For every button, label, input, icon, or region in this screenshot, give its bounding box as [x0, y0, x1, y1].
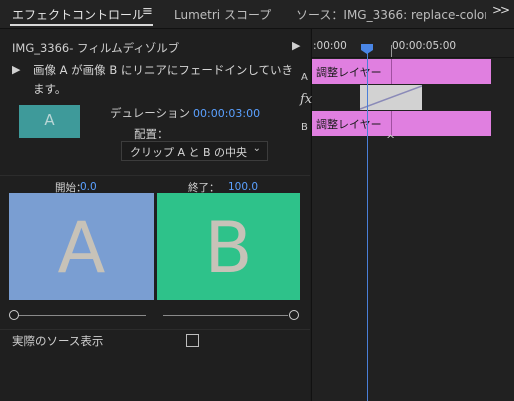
alignment-dropdown[interactable]: クリップ A と B の中央 ⌄	[121, 141, 268, 161]
transition-thumbnail: A	[19, 105, 80, 138]
track-label-b: B	[301, 122, 308, 133]
clip-header: IMG_3366- フィルムディゾルブ ▶	[0, 38, 310, 56]
effect-controls-panel: IMG_3366- フィルムディゾルブ ▶ ▶ 画像 A が画像 B にリニアに…	[0, 29, 310, 401]
ruler-time-start: :00:00	[313, 40, 347, 52]
start-value[interactable]: 0.0	[80, 181, 97, 193]
transition-description: 画像 A が画像 B にリニアにフェードインしていきます。	[33, 63, 294, 96]
preview-a-letter: A	[57, 207, 106, 289]
clip-a-label: 調整レイヤー	[316, 66, 382, 79]
alignment-label: 配置：	[134, 127, 169, 141]
clip-edit-point	[391, 59, 392, 84]
divider	[0, 175, 310, 176]
end-slider-track[interactable]	[163, 315, 288, 316]
fx-icon: fx	[300, 92, 313, 107]
alignment-value: クリップ A と B の中央	[130, 146, 248, 159]
effect-timeline: :00:00 00:00:05:00 A fx B 調整レイヤー 調整レイヤー …	[300, 29, 514, 401]
transition-diagonal-icon	[360, 85, 422, 110]
transition-clip[interactable]	[360, 85, 422, 110]
active-tab-underline	[10, 24, 153, 26]
track-label-a: A	[301, 72, 308, 83]
end-slider-handle[interactable]	[289, 310, 299, 320]
clip-name: IMG_3366- フィルムディゾルブ	[12, 41, 180, 55]
playhead-line[interactable]	[367, 49, 368, 401]
time-ruler[interactable]: :00:00 00:00:05:00	[312, 29, 514, 57]
show-actual-sources-label: 実際のソース表示	[12, 334, 104, 348]
tab-lumetri-scopes[interactable]: Lumetri スコープ	[174, 6, 271, 23]
duration-label: デュレーション	[110, 106, 191, 120]
end-value[interactable]: 100.0	[228, 181, 258, 193]
panel-tab-bar: エフェクトコントロール ≡ Lumetri スコープ ソース：IMG_3366:…	[0, 0, 514, 29]
more-tabs-icon[interactable]: >>	[492, 3, 510, 17]
duration-value[interactable]: 00:00:03:00	[193, 107, 260, 120]
chevron-down-icon: ⌄	[252, 143, 261, 154]
ruler-time-mid: 00:00:05:00	[392, 40, 457, 52]
show-actual-sources-checkbox[interactable]	[186, 334, 199, 347]
play-icon[interactable]: ▶	[292, 39, 300, 52]
preview-b-letter: B	[204, 207, 253, 289]
clip-b-label: 調整レイヤー	[316, 118, 382, 131]
preview-b: B	[157, 193, 300, 300]
thumbnail-letter: A	[44, 111, 55, 129]
divider	[312, 57, 514, 58]
clip-a-adjustment-layer[interactable]: 調整レイヤー	[312, 59, 491, 84]
tab-source-monitor[interactable]: ソース：IMG_3366: replace-color_22442800	[296, 6, 486, 23]
clip-b-adjustment-layer[interactable]: 調整レイヤー	[312, 111, 491, 136]
divider	[0, 329, 310, 330]
start-slider-track[interactable]	[18, 315, 146, 316]
play-preview-icon[interactable]: ▶	[12, 63, 20, 76]
tab-effect-controls[interactable]: エフェクトコントロール	[12, 6, 144, 23]
start-slider-handle[interactable]	[9, 310, 19, 320]
preview-a: A	[9, 193, 154, 300]
panel-menu-icon[interactable]: ≡	[142, 4, 153, 19]
caret-up-icon[interactable]: ^	[386, 133, 395, 146]
